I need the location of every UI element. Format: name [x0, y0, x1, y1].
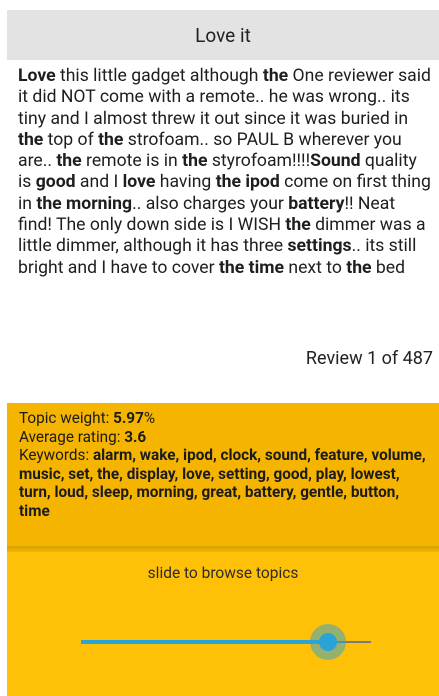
- highlighted-keyword: the: [285, 215, 311, 236]
- highlighted-keyword: love: [122, 172, 156, 193]
- highlighted-keyword: Sound: [310, 151, 361, 172]
- average-rating: Average rating: 3.6: [19, 428, 429, 447]
- highlighted-keyword: the morning: [36, 193, 133, 214]
- review-counter: Review 1 of 487: [305, 348, 433, 369]
- slider-track-fill: [81, 640, 328, 644]
- topic-slider-panel: slide to browse topics: [7, 552, 439, 696]
- review-title: Love it: [195, 23, 251, 47]
- review-text-segment: having: [155, 172, 216, 193]
- highlighted-keyword: good: [35, 172, 76, 193]
- review-text[interactable]: Love this little gadget although the One…: [18, 66, 432, 334]
- review-text-segment: remote is in: [81, 151, 183, 172]
- topic-weight-suffix: %: [143, 409, 156, 427]
- highlighted-keyword: the: [182, 151, 208, 172]
- review-text-segment: .. also charges your: [132, 193, 289, 214]
- highlighted-keyword: the: [262, 66, 289, 86]
- keywords: Keywords: alarm, wake, ipod, clock, soun…: [19, 446, 429, 520]
- highlighted-keyword: the time: [218, 257, 284, 278]
- highlighted-keyword: Love: [18, 66, 56, 86]
- review-text-segment: top of: [43, 129, 99, 150]
- slider-thumb[interactable]: [319, 633, 337, 651]
- review-text-segment: styrofoam!!!!: [207, 151, 311, 172]
- highlighted-keyword: the: [18, 129, 44, 150]
- average-rating-value: 3.6: [124, 427, 147, 446]
- highlighted-keyword: the: [346, 257, 372, 278]
- topic-weight-value: 5.97: [113, 409, 144, 427]
- keywords-label: Keywords:: [19, 446, 93, 464]
- review-text-segment: bed: [371, 257, 406, 278]
- slide-hint: slide to browse topics: [147, 564, 299, 582]
- topic-slider[interactable]: [81, 624, 371, 660]
- review-text-segment: next to: [283, 257, 347, 278]
- highlighted-keyword: the ipod: [215, 172, 280, 193]
- review-text-segment: this little gadget although: [55, 66, 263, 86]
- highlighted-keyword: the: [98, 129, 124, 150]
- topic-info-panel: Topic weight: 5.97% Average rating: 3.6 …: [7, 403, 439, 546]
- review-title-bar: Love it: [7, 10, 439, 60]
- highlighted-keyword: the: [56, 151, 82, 172]
- topic-weight-label: Topic weight:: [19, 409, 114, 427]
- average-rating-label: Average rating:: [19, 427, 125, 446]
- topic-weight: Topic weight: 5.97%: [19, 409, 429, 428]
- review-text-segment: and I: [75, 172, 123, 193]
- highlighted-keyword: settings: [287, 236, 352, 257]
- highlighted-keyword: battery: [288, 193, 345, 214]
